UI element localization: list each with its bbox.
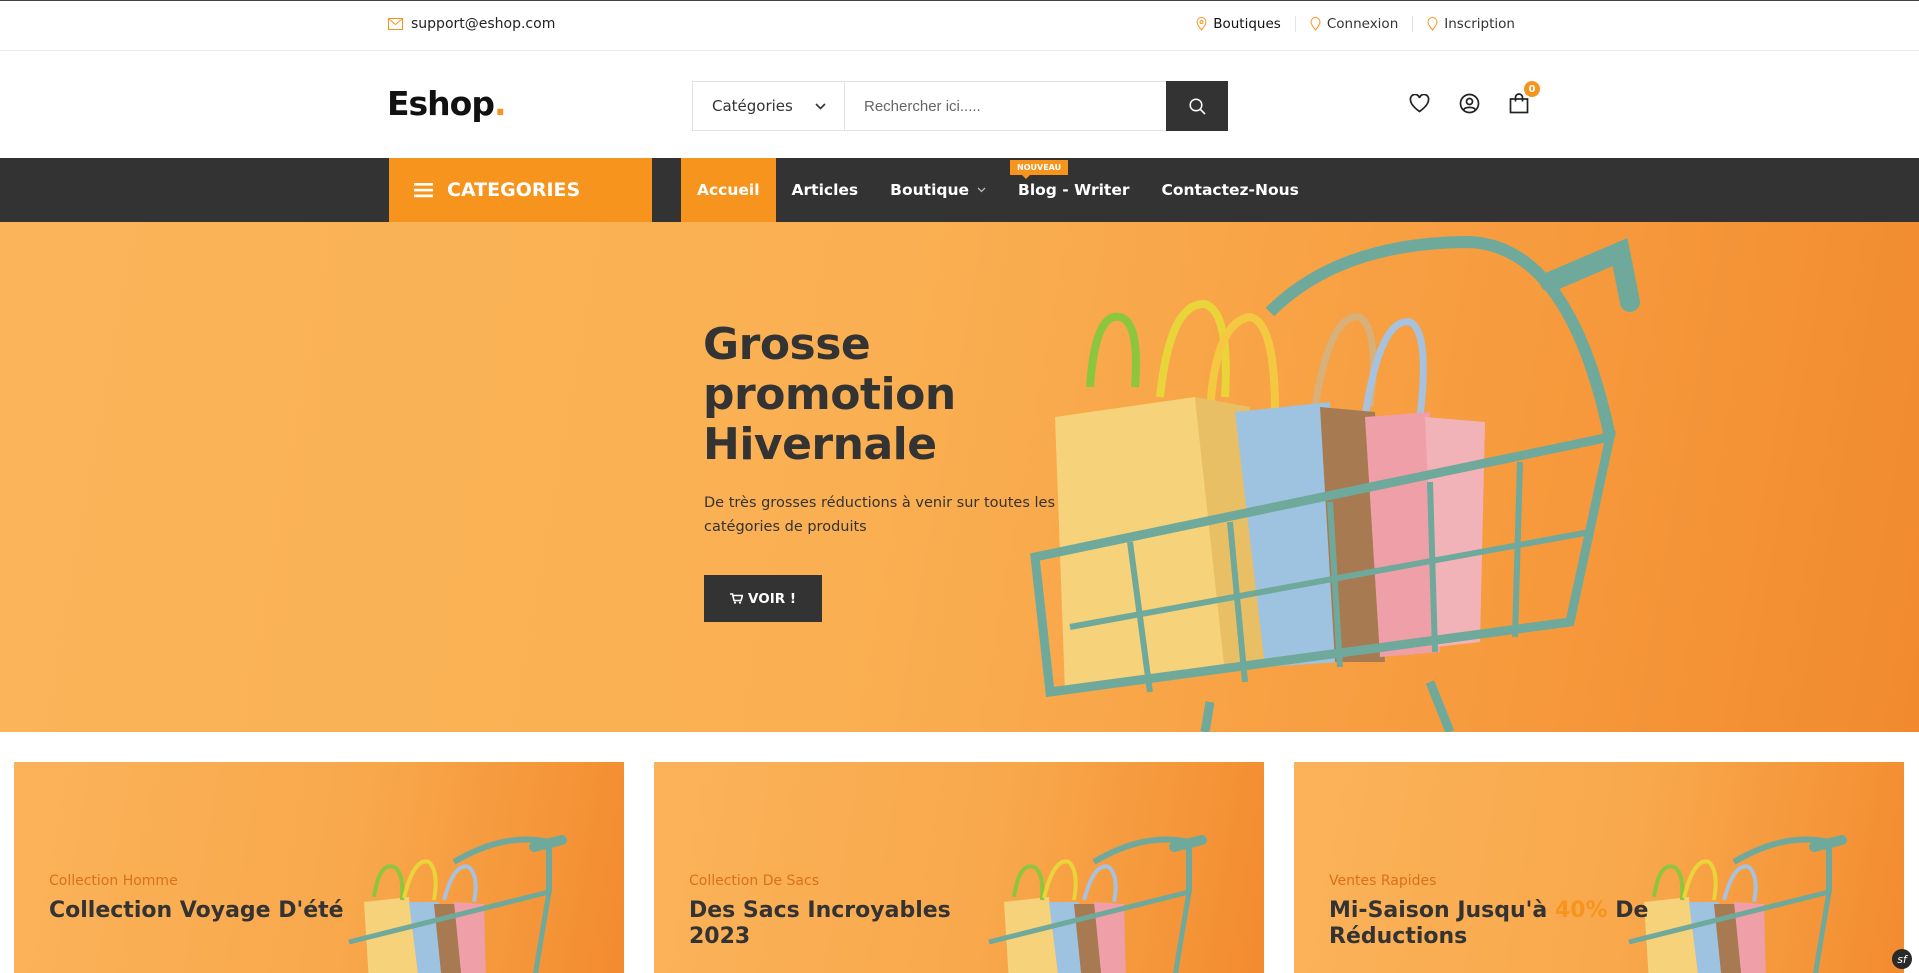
promo-card-homme[interactable]: Collection Homme Collection Voyage D'été [14,762,624,973]
nav-item-articles[interactable]: Articles [776,158,875,222]
card-title: Des Sacs Incroyables 2023 [689,898,951,949]
nav-item-label: Articles [791,181,859,199]
account-button[interactable] [1457,91,1481,115]
hero-title-line: promotion [703,369,956,420]
logo[interactable]: Eshop. [387,84,506,123]
top-links: Boutiques Connexion Inscription [1182,16,1529,32]
user-icon [1459,93,1479,113]
link-connexion-label: Connexion [1326,16,1399,32]
main-nav: CATEGORIES Accueil Articles Boutique NOU… [0,158,1919,222]
nav-item-label: Boutique [890,181,970,199]
hero-cta-button[interactable]: VOIR ! [704,575,822,622]
nav-item-contact[interactable]: Contactez-Nous [1145,158,1314,222]
nav-item-label: Contactez-Nous [1161,181,1299,199]
promo-card-ventes[interactable]: Ventes Rapides Mi-Saison Jusqu'à 40% De … [1294,762,1904,973]
card-title-part: Mi-Saison Jusqu'à [1329,898,1555,923]
categories-button[interactable]: CATEGORIES [389,158,652,222]
link-boutiques[interactable]: Boutiques [1182,16,1295,32]
card-label: Collection Homme [49,873,178,889]
mail-icon [388,18,403,30]
link-connexion[interactable]: Connexion [1294,16,1412,32]
chevron-down-icon [815,102,826,110]
header: Eshop. Catégories 0 [0,51,1919,158]
card-title-highlight: 40% [1554,898,1608,923]
nav-item-blog[interactable]: NOUVEAU Blog - Writer [1002,158,1145,222]
cart-button[interactable]: 0 [1507,81,1540,115]
shopping-cart-illustration [988,835,1207,973]
top-bar: support@eshop.com Boutiques Connexion In… [0,0,1919,51]
debug-toolbar-icon[interactable]: sf [1892,949,1912,969]
logo-dot: . [493,84,507,123]
search-icon [1188,97,1206,115]
shopping-cart-illustration [348,835,567,973]
link-inscription-label: Inscription [1444,16,1515,32]
card-label: Ventes Rapides [1329,873,1437,889]
logo-text: Eshop [387,84,495,123]
hero-subtitle: De très grosses réductions à venir sur t… [704,495,1056,535]
card-title: Collection Voyage D'été [49,898,344,923]
heart-icon [1409,93,1429,113]
promo-card-sacs[interactable]: Collection De Sacs Des Sacs Incroyables … [654,762,1264,973]
card-title: Mi-Saison Jusqu'à 40% De Réductions [1329,898,1649,950]
wishlist-button[interactable] [1407,91,1431,115]
shopping-cart-illustration [1030,235,1640,732]
promo-cards: Collection Homme Collection Voyage D'été… [0,762,1919,973]
shopping-cart-illustration [1628,835,1847,973]
header-icons: 0 [1407,81,1540,115]
new-badge: NOUVEAU [1010,160,1069,179]
hero-cta-label: VOIR ! [748,590,796,607]
chevron-down-icon [977,187,986,193]
cart-count-badge: 0 [1524,81,1540,97]
nav-menu: Accueil Articles Boutique NOUVEAU Blog -… [681,158,1315,222]
map-pin-icon [1310,17,1321,31]
card-label: Collection De Sacs [689,873,819,889]
bag-icon [1509,92,1529,113]
hero-title-line: Hivernale [703,419,937,470]
search-button[interactable] [1166,81,1228,131]
cart-icon [730,593,744,604]
link-inscription[interactable]: Inscription [1412,16,1529,32]
map-pin-icon [1196,17,1207,31]
search-input[interactable] [845,82,1166,130]
nav-item-boutique[interactable]: Boutique [874,158,1002,222]
hero-title-line: Grosse [703,319,871,370]
search-bar: Catégories [692,81,1228,131]
hero-title: Grosse promotion Hivernale [703,320,1103,470]
nav-item-accueil[interactable]: Accueil [681,158,776,222]
hamburger-icon [414,183,433,198]
category-select-label: Catégories [712,97,793,115]
hero-banner: Grosse promotion Hivernale De très gross… [0,222,1919,732]
categories-label: CATEGORIES [447,179,581,201]
nav-item-label: Accueil [697,181,760,199]
support-email-text: support@eshop.com [411,16,556,32]
map-pin-icon [1427,17,1438,31]
link-boutiques-label: Boutiques [1213,16,1281,32]
category-select[interactable]: Catégories [693,82,845,130]
nav-item-label: Blog - Writer [1018,181,1130,199]
support-email[interactable]: support@eshop.com [388,16,555,32]
